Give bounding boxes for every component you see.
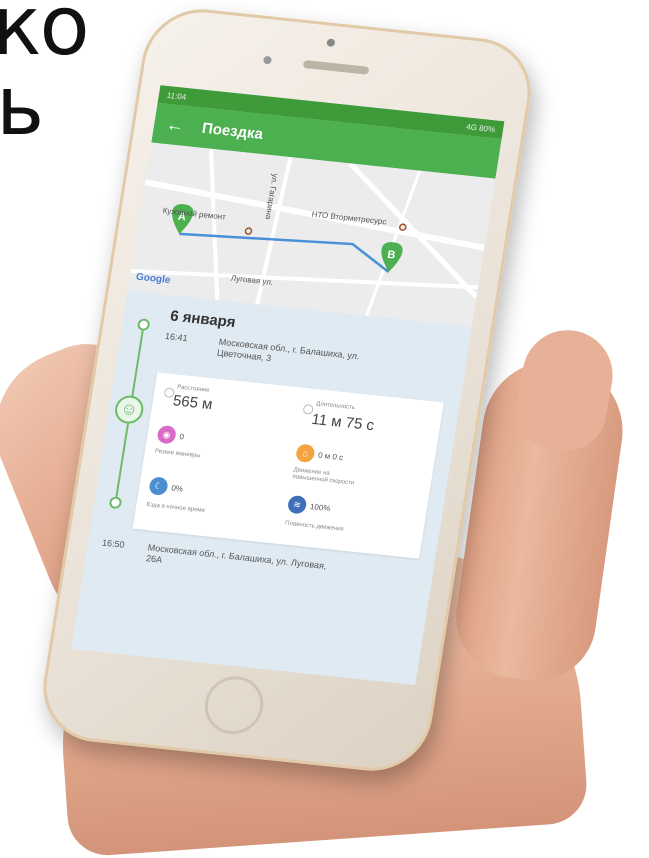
sharp-maneuver-value: 0 bbox=[178, 432, 185, 442]
speeding-icon: ⌂ bbox=[294, 443, 316, 464]
distance-value: 565 м bbox=[171, 392, 214, 414]
route-line bbox=[179, 232, 390, 273]
timeline-start-dot bbox=[136, 318, 151, 332]
speeding-value: 0 м 0 с bbox=[317, 450, 344, 463]
smoothness-label: Плавность движения bbox=[284, 520, 345, 533]
poi-dot-left bbox=[244, 227, 253, 235]
status-indicators: 4G 80% bbox=[465, 121, 496, 134]
background-headline-line2: ь bbox=[0, 59, 44, 154]
end-time: 16:50 bbox=[101, 537, 126, 550]
rating-smiley-icon: ☺ bbox=[113, 394, 146, 425]
start-address: Московская обл., г. Балашиха, ул. Цветоч… bbox=[216, 336, 361, 364]
trip-stats-card: Расстояние 565 м Длительность 11 м 75 с … bbox=[132, 372, 444, 559]
smoothness-icon: ≋ bbox=[286, 494, 308, 515]
background-headline-line1: ко bbox=[0, 0, 90, 74]
trip-date: 6 января bbox=[168, 307, 237, 332]
start-time: 16:41 bbox=[164, 331, 189, 344]
page-title: Поездка bbox=[200, 119, 265, 143]
sharp-maneuver-icon: ◉ bbox=[156, 424, 178, 445]
night-driving-icon: ☾ bbox=[148, 476, 169, 496]
status-time: 11:04 bbox=[166, 90, 187, 102]
night-driving-label: Езда в ночное время bbox=[145, 501, 206, 515]
timeline-end-dot bbox=[108, 496, 123, 510]
night-driving-value: 0% bbox=[170, 483, 184, 494]
duration-value: 11 м 75 с bbox=[310, 410, 376, 435]
end-address: Московская обл., г. Балашиха, ул. Лугова… bbox=[145, 542, 328, 572]
earpiece-speaker bbox=[302, 59, 370, 75]
back-arrow-icon[interactable]: ← bbox=[165, 114, 186, 137]
front-camera bbox=[326, 38, 336, 48]
smoothness-value: 100% bbox=[309, 502, 332, 514]
poi-dot-right bbox=[398, 223, 407, 231]
speeding-label: Движение на повышенной скорости bbox=[291, 467, 355, 487]
phone-screen: 11:04 4G 80% ← Поездка A B Кузовной ремо… bbox=[71, 85, 505, 686]
sharp-maneuver-label: Резкие маневры bbox=[154, 448, 201, 460]
home-button[interactable] bbox=[200, 673, 268, 737]
trip-details: 6 января ☺ 16:41 Московская обл., г. Бал… bbox=[71, 290, 472, 686]
proximity-sensor bbox=[262, 55, 273, 65]
